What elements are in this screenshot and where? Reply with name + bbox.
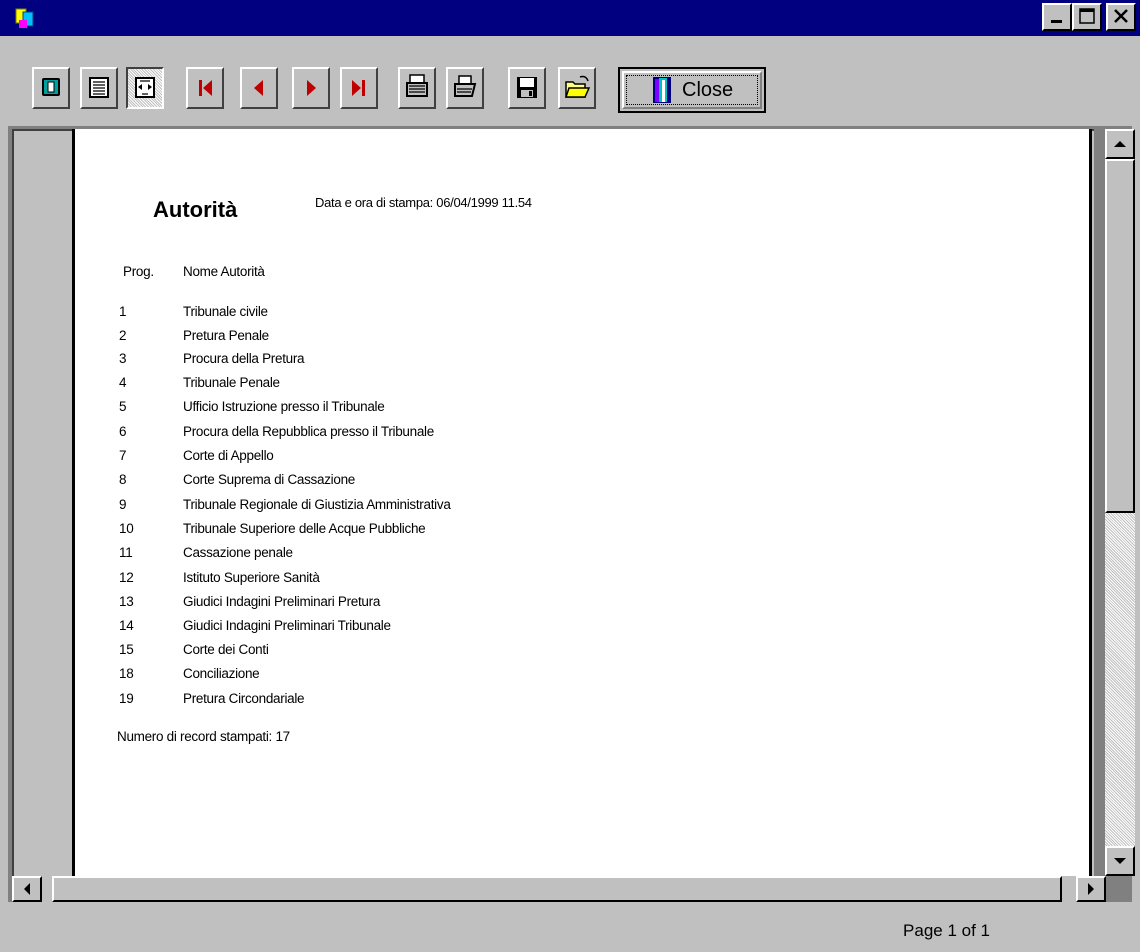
arrow-up-icon (1114, 141, 1126, 147)
scroll-up-button[interactable] (1105, 129, 1135, 159)
save-button[interactable] (508, 67, 546, 109)
scroll-left-button[interactable] (12, 876, 42, 902)
row-name: Pretura Circondariale (183, 691, 305, 706)
row-prog: 9 (119, 497, 127, 512)
row-name: Tribunale civile (183, 304, 268, 319)
report-title: Autorità (153, 197, 238, 222)
row-name: Corte di Appello (183, 448, 274, 463)
single-page-icon (42, 78, 60, 96)
row-prog: 13 (119, 594, 134, 609)
row-name: Tribunale Penale (183, 375, 280, 390)
multi-line-view-button[interactable] (80, 67, 118, 109)
row-prog: 2 (119, 328, 127, 343)
arrow-down-icon (1114, 858, 1126, 864)
row-name: Procura della Repubblica presso il Tribu… (183, 424, 434, 439)
scroll-down-button[interactable] (1105, 846, 1135, 876)
print-setup-button[interactable] (398, 67, 436, 109)
close-report-button[interactable]: Close (618, 67, 766, 113)
row-prog: 8 (119, 472, 127, 487)
row-prog: 19 (119, 691, 134, 706)
row-prog: 7 (119, 448, 127, 463)
row-name: Corte Suprema di Cassazione (183, 472, 355, 487)
row-name: Procura della Pretura (183, 351, 305, 366)
open-button[interactable] (558, 67, 596, 109)
row-prog: 1 (119, 304, 127, 319)
column-header-name: Nome Autorità (183, 264, 265, 279)
row-prog: 10 (119, 521, 134, 536)
row-name: Tribunale Superiore delle Acque Pubblich… (183, 521, 426, 536)
fit-width-view-button[interactable] (126, 67, 164, 109)
last-page-button[interactable] (340, 67, 378, 109)
row-prog: 15 (119, 642, 134, 657)
row-name: Corte dei Conti (183, 642, 269, 657)
row-name: Giudici Indagini Preliminari Pretura (183, 594, 381, 609)
arrow-left-icon (24, 883, 30, 895)
previous-page-icon (254, 80, 263, 96)
app-icon (14, 6, 38, 30)
previous-page-button[interactable] (240, 67, 278, 109)
row-name: Tribunale Regionale di Giustizia Amminis… (183, 497, 451, 512)
floppy-disk-icon (517, 77, 537, 98)
row-name: Cassazione penale (183, 545, 293, 560)
lines-icon (89, 77, 109, 98)
row-name: Ufficio Istruzione presso il Tribunale (183, 399, 385, 414)
vertical-scroll-thumb[interactable] (1105, 159, 1135, 513)
row-name: Pretura Penale (183, 328, 269, 343)
row-prog: 12 (119, 570, 134, 585)
arrow-right-icon (1088, 883, 1094, 895)
printer-icon (454, 75, 477, 97)
row-name: Istituto Superiore Sanità (183, 570, 320, 585)
scroll-right-button[interactable] (1076, 876, 1106, 902)
row-prog: 3 (119, 351, 127, 366)
row-prog: 5 (119, 399, 127, 414)
row-prog: 6 (119, 424, 127, 439)
row-name: Conciliazione (183, 666, 260, 681)
single-page-view-button[interactable] (32, 67, 70, 109)
report-page: Autorità Data e ora di stampa: 06/04/199… (72, 129, 1092, 876)
title-bar (0, 0, 1140, 36)
row-prog: 14 (119, 618, 134, 633)
row-prog: 18 (119, 666, 134, 681)
first-page-icon (199, 80, 212, 96)
row-prog: 4 (119, 375, 127, 390)
window-close-button[interactable] (1106, 3, 1136, 31)
fit-width-icon (135, 77, 155, 98)
next-page-icon (307, 80, 316, 96)
next-page-button[interactable] (292, 67, 330, 109)
print-date: Data e ora di stampa: 06/04/1999 11.54 (315, 195, 532, 210)
exit-door-icon (653, 77, 671, 103)
page-indicator: Page 1 of 1 (903, 921, 990, 940)
status-bar: Page 1 of 1 (0, 908, 1140, 952)
printer-setup-icon (406, 74, 428, 97)
row-prog: 11 (119, 545, 133, 560)
print-button[interactable] (446, 67, 484, 109)
row-name: Giudici Indagini Preliminari Tribunale (183, 618, 391, 633)
close-label: Close (682, 79, 734, 101)
record-count-summary: Numero di record stampati: 17 (117, 729, 290, 744)
first-page-button[interactable] (186, 67, 224, 109)
maximize-button[interactable] (1072, 3, 1102, 31)
horizontal-scroll-thumb[interactable] (52, 876, 1062, 902)
last-page-icon (352, 80, 365, 96)
open-folder-icon (564, 75, 591, 98)
column-header-prog: Prog. (123, 264, 154, 279)
minimize-button[interactable] (1042, 3, 1072, 31)
